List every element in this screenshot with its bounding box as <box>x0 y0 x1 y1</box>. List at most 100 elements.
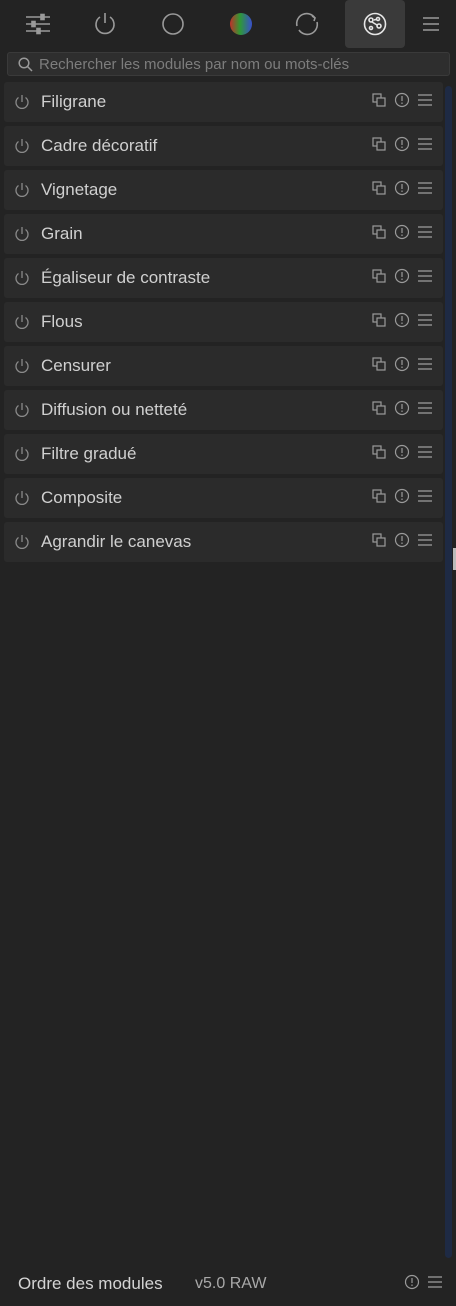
circle-icon <box>160 11 186 37</box>
multi-instance-icon[interactable] <box>371 312 387 328</box>
power-icon[interactable] <box>14 358 30 379</box>
power-icon[interactable] <box>14 446 30 467</box>
reset-icon[interactable] <box>394 400 410 416</box>
power-icon[interactable] <box>14 270 30 291</box>
scrollbar-track[interactable] <box>445 86 452 1258</box>
module-name: Vignetage <box>41 180 118 199</box>
presets-icon[interactable] <box>417 224 433 240</box>
multi-instance-icon[interactable] <box>371 444 387 460</box>
multi-instance-icon[interactable] <box>371 180 387 196</box>
tab-color[interactable] <box>211 0 271 48</box>
module-actions <box>371 444 433 460</box>
multi-instance-icon[interactable] <box>371 356 387 372</box>
module-name: Censurer <box>41 356 111 375</box>
module-name: Cadre décoratif <box>41 136 158 155</box>
module-row-vignetage[interactable]: Vignetage <box>4 170 443 210</box>
tab-menu[interactable] <box>403 0 456 48</box>
reset-icon[interactable] <box>394 312 410 328</box>
multi-instance-icon[interactable] <box>371 488 387 504</box>
sliders-icon <box>25 12 51 36</box>
tab-base[interactable] <box>143 0 203 48</box>
search-icon <box>18 56 33 72</box>
module-actions <box>371 532 433 548</box>
module-order-version[interactable]: v5.0 RAW <box>195 1275 266 1293</box>
power-icon <box>92 11 118 37</box>
module-name: Filigrane <box>41 92 107 111</box>
power-icon[interactable] <box>14 138 30 159</box>
refresh-icon <box>293 11 321 37</box>
module-row-composite[interactable]: Composite <box>4 478 443 518</box>
multi-instance-icon[interactable] <box>371 400 387 416</box>
power-icon[interactable] <box>14 402 30 423</box>
module-actions <box>371 356 433 372</box>
module-row-censurer[interactable]: Censurer <box>4 346 443 386</box>
color-wheel-icon <box>229 12 253 36</box>
module-name: Composite <box>41 488 123 507</box>
module-group-tabs <box>0 0 456 50</box>
power-icon[interactable] <box>14 94 30 115</box>
module-row-filtre-gradue[interactable]: Filtre gradué <box>4 434 443 474</box>
presets-icon[interactable] <box>417 180 433 196</box>
tab-active-modules[interactable] <box>75 0 135 48</box>
module-name: Grain <box>41 224 83 243</box>
module-order-bar: Ordre des modules v5.0 RAW <box>0 1262 456 1306</box>
presets-icon[interactable] <box>417 312 433 328</box>
reset-icon[interactable] <box>394 224 410 240</box>
multi-instance-icon[interactable] <box>371 268 387 284</box>
module-row-cadre-decoratif[interactable]: Cadre décoratif <box>4 126 443 166</box>
presets-icon[interactable] <box>417 268 433 284</box>
module-actions <box>371 224 433 240</box>
presets-icon[interactable] <box>417 356 433 372</box>
presets-icon[interactable] <box>417 444 433 460</box>
module-actions <box>371 92 433 108</box>
multi-instance-icon[interactable] <box>371 224 387 240</box>
reset-icon[interactable] <box>394 268 410 284</box>
menu-icon <box>422 15 440 33</box>
reset-icon[interactable] <box>394 92 410 108</box>
module-actions <box>371 488 433 504</box>
module-actions <box>371 268 433 284</box>
module-name: Agrandir le canevas <box>41 532 192 551</box>
tab-effects[interactable] <box>345 0 405 48</box>
presets-icon[interactable] <box>427 1274 443 1290</box>
power-icon[interactable] <box>14 314 30 335</box>
reset-icon[interactable] <box>394 356 410 372</box>
multi-instance-icon[interactable] <box>371 136 387 152</box>
module-row-egaliseur-de-contraste[interactable]: Égaliseur de contraste <box>4 258 443 298</box>
module-actions <box>371 312 433 328</box>
power-icon[interactable] <box>14 490 30 511</box>
module-list: Filigrane Cadre décoratif Vignetage Grai… <box>4 82 443 566</box>
reset-icon[interactable] <box>394 488 410 504</box>
power-icon[interactable] <box>14 182 30 203</box>
reset-icon[interactable] <box>404 1274 420 1290</box>
power-icon[interactable] <box>14 534 30 555</box>
module-order-label: Ordre des modules <box>18 1274 163 1293</box>
module-actions <box>371 400 433 416</box>
power-icon[interactable] <box>14 226 30 247</box>
presets-icon[interactable] <box>417 488 433 504</box>
effects-icon <box>363 12 387 36</box>
presets-icon[interactable] <box>417 400 433 416</box>
tab-correct[interactable] <box>277 0 337 48</box>
multi-instance-icon[interactable] <box>371 92 387 108</box>
presets-icon[interactable] <box>417 92 433 108</box>
search-input[interactable] <box>39 55 449 73</box>
module-search-box <box>7 52 450 76</box>
module-name: Égaliseur de contraste <box>41 268 211 287</box>
multi-instance-icon[interactable] <box>371 532 387 548</box>
presets-icon[interactable] <box>417 136 433 152</box>
tab-basic-adjustments[interactable] <box>8 0 68 48</box>
module-row-filigrane[interactable]: Filigrane <box>4 82 443 122</box>
reset-icon[interactable] <box>394 180 410 196</box>
reset-icon[interactable] <box>394 136 410 152</box>
reset-icon[interactable] <box>394 532 410 548</box>
presets-icon[interactable] <box>417 532 433 548</box>
module-row-grain[interactable]: Grain <box>4 214 443 254</box>
reset-icon[interactable] <box>394 444 410 460</box>
module-row-diffusion-ou-nettete[interactable]: Diffusion ou netteté <box>4 390 443 430</box>
module-actions <box>371 136 433 152</box>
module-row-agrandir-le-canevas[interactable]: Agrandir le canevas <box>4 522 443 562</box>
module-row-flous[interactable]: Flous <box>4 302 443 342</box>
module-name: Filtre gradué <box>41 444 137 463</box>
module-name: Diffusion ou netteté <box>41 400 188 419</box>
